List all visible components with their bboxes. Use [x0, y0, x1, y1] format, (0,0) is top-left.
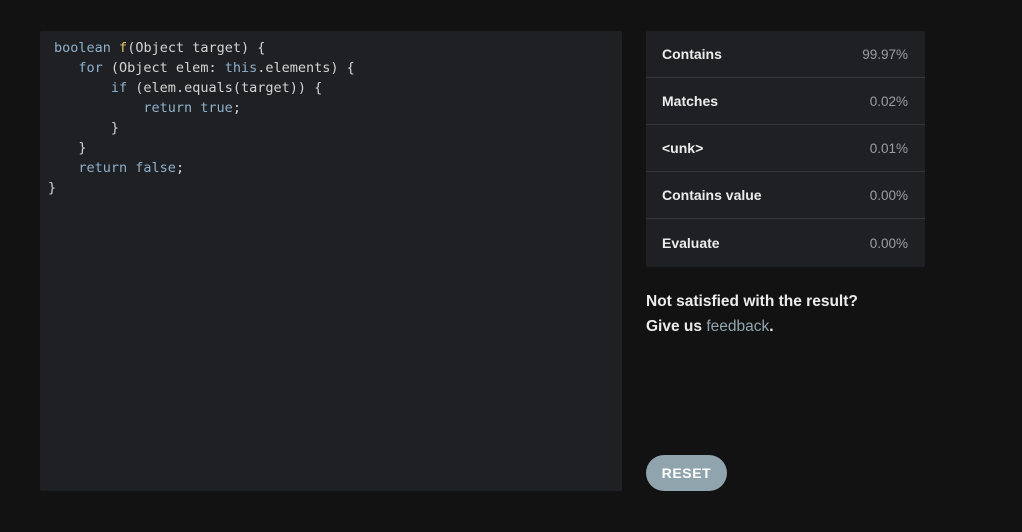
result-percentage: 0.00%	[869, 187, 908, 203]
reset-button[interactable]: RESET	[646, 455, 727, 491]
feedback-line: Give us feedback.	[646, 315, 858, 340]
code-token: f	[119, 40, 128, 56]
code-token: }	[48, 180, 57, 196]
code-token: if	[110, 80, 128, 96]
code-lines: boolean f(Object target) { for (Object e…	[40, 38, 622, 198]
result-row: Evaluate 0.00%	[646, 219, 925, 267]
code-token: (elem.equals(target)) {	[127, 80, 323, 96]
result-name: <unk>	[662, 140, 704, 156]
result-percentage: 0.01%	[869, 140, 908, 156]
code-token: .elements) {	[257, 60, 355, 76]
code-token: (Object elem:	[102, 60, 225, 76]
code-line: return false;	[40, 158, 622, 178]
feedback-question: Not satisfied with the result?	[646, 293, 858, 310]
result-name: Contains value	[662, 187, 762, 203]
code-line: if (elem.equals(target)) {	[40, 78, 622, 98]
code-line: boolean f(Object target) {	[40, 38, 622, 58]
result-name: Contains	[662, 46, 722, 62]
code-token: }	[54, 140, 87, 156]
result-row: Contains value 0.00%	[646, 172, 925, 219]
result-percentage: 0.02%	[869, 93, 908, 109]
feedback-prompt: Not satisfied with the result? Give us f…	[646, 290, 858, 339]
code-token: this	[224, 60, 258, 76]
feedback-suffix: .	[769, 317, 774, 335]
result-name: Matches	[662, 93, 719, 109]
page: boolean f(Object target) { for (Object e…	[0, 0, 1022, 532]
code-token: boolean	[54, 40, 111, 56]
code-token: ;	[175, 160, 185, 176]
feedback-prefix: Give us	[646, 317, 702, 335]
result-row: <unk> 0.01%	[646, 125, 925, 172]
code-line: for (Object elem: this.elements) {	[40, 58, 622, 78]
feedback-link[interactable]: feedback	[706, 318, 769, 335]
result-name: Evaluate	[662, 235, 720, 251]
code-token: ;	[232, 100, 241, 116]
code-token: (Object target) {	[127, 40, 266, 56]
code-line: }	[40, 118, 622, 138]
code-token: }	[54, 120, 120, 136]
code-line: return true;	[40, 98, 622, 118]
result-percentage: 99.97%	[862, 46, 908, 62]
code-line: }	[40, 178, 622, 198]
code-token: return true	[143, 100, 233, 116]
results-panel: Contains 99.97% Matches 0.02% <unk> 0.01…	[646, 31, 925, 267]
code-token: for	[78, 60, 103, 76]
result-row: Contains 99.97%	[646, 31, 925, 78]
code-line: }	[40, 138, 622, 158]
code-editor[interactable]: boolean f(Object target) { for (Object e…	[40, 31, 622, 491]
result-percentage: 0.00%	[869, 235, 908, 251]
code-token: return false	[78, 160, 176, 176]
result-row: Matches 0.02%	[646, 78, 925, 125]
